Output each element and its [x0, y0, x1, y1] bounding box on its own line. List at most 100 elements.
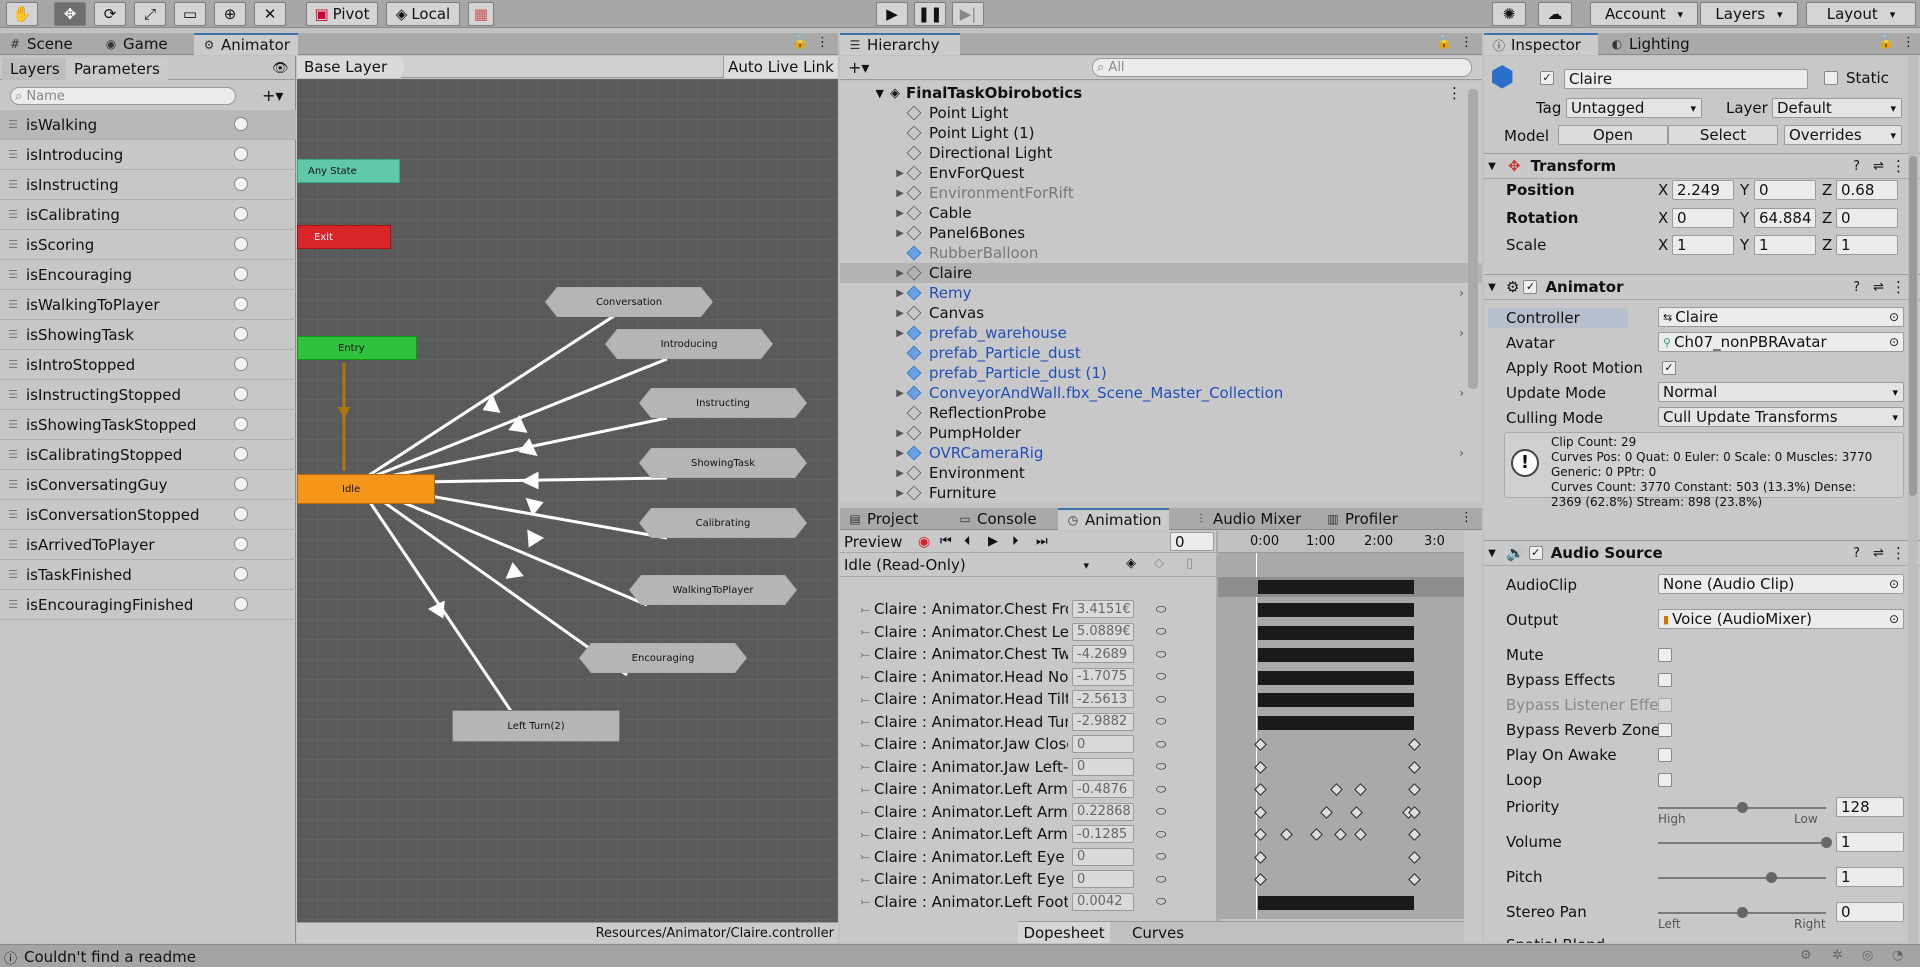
- hierarchy-item[interactable]: ▶ EnvForQuest: [840, 163, 1482, 183]
- parameter-row[interactable]: ☰ isCalibrating: [0, 200, 296, 230]
- drag-handle-icon[interactable]: ☰: [0, 238, 26, 251]
- parameter-row[interactable]: ☰ isShowingTask: [0, 320, 296, 350]
- parameter-row[interactable]: ☰ isConversationStopped: [0, 500, 296, 530]
- drag-handle-icon[interactable]: ☰: [0, 568, 26, 581]
- transform-position-z-field[interactable]: 0.68: [1836, 180, 1898, 200]
- object-picker-icon[interactable]: ⊙: [1889, 612, 1899, 626]
- drag-handle-icon[interactable]: ☰: [0, 118, 26, 131]
- hierarchy-item[interactable]: ▶ OVRCameraRig ›: [840, 443, 1482, 463]
- hierarchy-item[interactable]: Point Light: [840, 103, 1482, 123]
- tab-project[interactable]: ▤ Project: [840, 508, 926, 530]
- apply-root-motion-checkbox[interactable]: ✓: [1662, 361, 1676, 375]
- expand-arrow-icon[interactable]: ▶: [840, 168, 904, 179]
- animation-property-row[interactable]: ⤚ Claire : Animator.Left Eye D 0 ⬭: [840, 847, 1216, 867]
- node-introducing[interactable]: Introducing: [605, 329, 773, 359]
- hierarchy-item[interactable]: ▶ EnvironmentForRift: [840, 183, 1482, 203]
- parameter-toggle[interactable]: [234, 267, 248, 281]
- priority-value-field[interactable]: 128: [1836, 797, 1904, 817]
- lock-icon[interactable]: 🔒: [792, 35, 808, 50]
- tab-lighting[interactable]: ◐ Lighting: [1602, 33, 1698, 55]
- property-value-field[interactable]: 5.0889€: [1072, 622, 1134, 641]
- component-menu-icon[interactable]: ⋮: [1891, 157, 1906, 175]
- transform-scale-y-field[interactable]: 1: [1754, 235, 1816, 255]
- parameter-toggle[interactable]: [234, 387, 248, 401]
- move-tool-icon[interactable]: ✥: [54, 2, 86, 26]
- drag-handle-icon[interactable]: ☰: [0, 388, 26, 401]
- node-left-turn[interactable]: Left Turn(2): [452, 710, 620, 742]
- property-value-field[interactable]: 0: [1072, 870, 1134, 888]
- parameter-row[interactable]: ☰ isIntroStopped: [0, 350, 296, 380]
- presets-icon[interactable]: ⇌: [1873, 159, 1884, 174]
- account-dropdown[interactable]: Account: [1590, 2, 1698, 26]
- expand-arrow-icon[interactable]: ▶: [840, 208, 904, 219]
- keyframe-toggle-icon[interactable]: ⬭: [1156, 714, 1166, 729]
- property-value-field[interactable]: -2.5613: [1072, 690, 1134, 708]
- pivot-toggle[interactable]: ▣ Pivot: [306, 2, 378, 26]
- keyframe-diamond[interactable]: [1408, 783, 1421, 796]
- parameter-toggle[interactable]: [234, 447, 248, 461]
- parameter-row[interactable]: ☰ isEncouraging: [0, 260, 296, 290]
- volume-slider[interactable]: [1658, 837, 1832, 848]
- parameter-row[interactable]: ☰ isTaskFinished: [0, 560, 296, 590]
- tab-layers[interactable]: Layers: [2, 58, 68, 80]
- pitch-value-field[interactable]: 1: [1836, 867, 1904, 887]
- drag-handle-icon[interactable]: ☰: [0, 418, 26, 431]
- layer-dropdown[interactable]: Default: [1772, 98, 1902, 118]
- parameter-row[interactable]: ☰ isIntroducing: [0, 140, 296, 170]
- expand-arrow-icon[interactable]: ▶: [840, 448, 904, 459]
- node-calibrating[interactable]: Calibrating: [639, 508, 807, 538]
- component-menu-icon[interactable]: ⋮: [1891, 278, 1906, 296]
- keyframe-toggle-icon[interactable]: ⬭: [1156, 692, 1166, 707]
- audio-source-header[interactable]: ▼ 🔊 ✓ Audio Source ? ⇌ ⋮: [1484, 540, 1920, 566]
- keyframe-toggle-icon[interactable]: ⬭: [1156, 782, 1166, 797]
- tab-hierarchy[interactable]: ☰ Hierarchy: [840, 33, 960, 55]
- z-axis-label[interactable]: Z: [1822, 181, 1832, 199]
- animation-property-row[interactable]: ⤚ Claire : Animator.Head Turn -2.9882 ⬭: [840, 712, 1216, 732]
- transform-scale-z-field[interactable]: 1: [1836, 235, 1898, 255]
- keyframe-diamond[interactable]: [1334, 828, 1347, 841]
- select-model-button[interactable]: Select: [1668, 125, 1778, 145]
- tab-game[interactable]: ◉ Game: [96, 33, 176, 55]
- hierarchy-item[interactable]: ▶ Panel6Bones: [840, 223, 1482, 243]
- status-message[interactable]: Couldn't find a readme: [24, 948, 196, 966]
- node-showingtask[interactable]: ShowingTask: [639, 448, 807, 478]
- property-value-field[interactable]: -2.9882: [1072, 712, 1134, 731]
- keyframe-diamond[interactable]: [1408, 738, 1421, 751]
- cloud-icon[interactable]: ☁: [1538, 2, 1572, 26]
- parameter-row[interactable]: ☰ isInstructingStopped: [0, 380, 296, 410]
- timer-icon[interactable]: ◔: [1892, 948, 1903, 963]
- hierarchy-item[interactable]: ▶ Environment: [840, 463, 1482, 483]
- property-value-field[interactable]: -1.7075: [1072, 667, 1134, 686]
- drag-handle-icon[interactable]: ☰: [0, 298, 26, 311]
- volume-value-field[interactable]: 1: [1836, 832, 1904, 852]
- update-mode-dropdown[interactable]: Normal: [1658, 382, 1904, 402]
- presets-icon[interactable]: ⇌: [1873, 546, 1884, 561]
- property-value-field[interactable]: 0: [1072, 847, 1134, 866]
- mute-checkbox[interactable]: [1658, 648, 1672, 662]
- keyframe-diamond[interactable]: [1254, 760, 1267, 774]
- controller-field[interactable]: ⇆ Claire ⊙: [1658, 307, 1904, 327]
- custom-tool-icon[interactable]: ✕: [254, 2, 286, 26]
- volume-slider-handle[interactable]: [1821, 837, 1832, 848]
- transform-scale-x-field[interactable]: 1: [1672, 235, 1734, 255]
- node-instructing[interactable]: Instructing: [639, 388, 807, 418]
- local-toggle[interactable]: ◈ Local: [386, 2, 460, 26]
- parameter-toggle[interactable]: [234, 357, 248, 371]
- property-value-field[interactable]: 0.0042: [1072, 892, 1134, 911]
- keyframe-diamond[interactable]: [1310, 828, 1323, 841]
- more-menu-icon[interactable]: ⋮: [1460, 510, 1473, 525]
- prefab-open-icon[interactable]: ›: [1459, 326, 1464, 340]
- tab-profiler[interactable]: ▥ Profiler: [1318, 508, 1406, 530]
- hierarchy-item[interactable]: ▶ Canvas: [840, 303, 1482, 323]
- hand-tool-icon[interactable]: ✋: [6, 2, 38, 26]
- prefab-open-icon[interactable]: ›: [1459, 446, 1464, 460]
- cache-icon[interactable]: ◎: [1862, 948, 1873, 963]
- keyframe-diamond[interactable]: [1354, 828, 1367, 841]
- animation-property-row[interactable]: ⤚ Claire : Animator.Left Arm T -0.1285 ⬭: [840, 824, 1216, 844]
- keyframe-diamond[interactable]: [1254, 783, 1267, 796]
- z-axis-label[interactable]: Z: [1822, 209, 1832, 227]
- drag-handle-icon[interactable]: ☰: [0, 598, 26, 611]
- keyframe-diamond[interactable]: [1280, 828, 1293, 841]
- tab-inspector[interactable]: ⓘ Inspector: [1484, 33, 1598, 55]
- drag-handle-icon[interactable]: ☰: [0, 478, 26, 491]
